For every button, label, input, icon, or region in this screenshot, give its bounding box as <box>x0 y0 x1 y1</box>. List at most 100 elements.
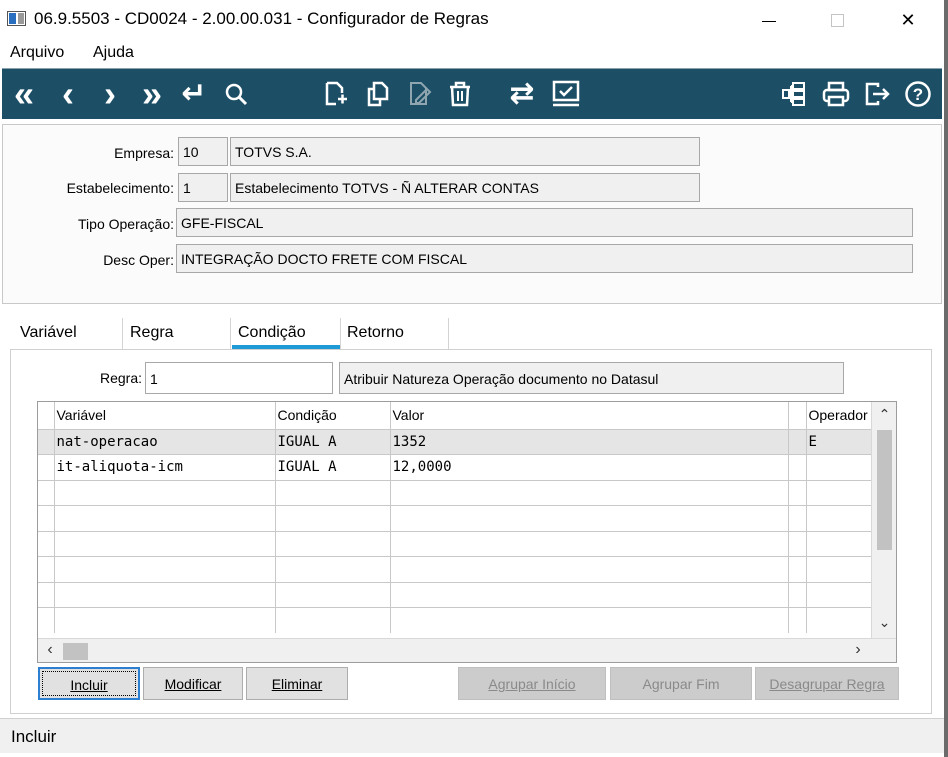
tab-retorno[interactable]: Retorno <box>347 324 404 342</box>
table-row[interactable] <box>38 607 873 633</box>
column-header-condicao[interactable]: Condição <box>275 402 391 429</box>
tab-separator <box>448 318 449 350</box>
vertical-scroll-thumb[interactable] <box>877 430 892 550</box>
cell-variavel[interactable] <box>54 530 276 557</box>
cell-condicao[interactable] <box>275 505 391 531</box>
delete-icon[interactable] <box>444 76 476 112</box>
cell-valor[interactable] <box>390 479 789 506</box>
table-row[interactable] <box>38 479 873 506</box>
cell-condicao[interactable] <box>275 530 391 557</box>
incluir-button[interactable]: Incluir <box>38 667 140 700</box>
copy-icon[interactable] <box>362 76 394 112</box>
agrupar-inicio-button[interactable]: Agrupar Início <box>458 667 606 700</box>
tab-regra[interactable]: Regra <box>130 324 174 342</box>
cell-operador[interactable] <box>806 581 873 608</box>
first-record-icon[interactable]: « <box>8 76 40 112</box>
column-header-operador[interactable]: Operador <box>806 402 873 429</box>
print-icon[interactable] <box>820 76 852 112</box>
previous-record-icon[interactable]: ‹ <box>52 76 84 112</box>
help-icon[interactable]: ? <box>902 76 934 112</box>
cell-condicao[interactable] <box>275 556 391 582</box>
close-icon: ✕ <box>900 9 916 30</box>
scroll-right-icon[interactable]: › <box>848 641 868 661</box>
empresa-code-field[interactable]: 10 <box>178 137 228 166</box>
vertical-scrollbar[interactable]: ⌃ ⌄ <box>871 402 896 638</box>
cell-operador[interactable] <box>806 530 873 557</box>
scroll-left-icon[interactable]: ‹ <box>40 641 60 661</box>
desagrupar-regra-button[interactable]: Desagrupar Regra <box>755 667 899 700</box>
menu-arquivo[interactable]: Arquivo <box>10 44 64 62</box>
column-header-valor[interactable]: Valor <box>390 402 789 429</box>
tipo-operacao-label: Tipo Operação: <box>78 216 174 232</box>
row-header-cell <box>38 581 55 608</box>
row-header-cell <box>38 402 55 429</box>
cell-spacer <box>788 581 807 608</box>
scroll-up-icon[interactable]: ⌃ <box>872 406 896 426</box>
empresa-name-field: TOTVS S.A. <box>230 137 700 166</box>
cell-operador[interactable] <box>806 505 873 531</box>
cell-spacer <box>788 505 807 531</box>
cell-valor[interactable]: 12,0000 <box>390 454 789 480</box>
cell-valor[interactable] <box>390 505 789 531</box>
table-row[interactable] <box>38 556 873 582</box>
eliminar-button[interactable]: Eliminar <box>246 667 348 700</box>
column-header-variavel[interactable]: Variável <box>54 402 276 429</box>
tree-icon[interactable] <box>778 76 810 112</box>
search-icon[interactable] <box>220 76 252 112</box>
table-row[interactable] <box>38 581 873 608</box>
horizontal-scroll-thumb[interactable] <box>63 643 88 660</box>
confirm-icon[interactable] <box>550 76 582 112</box>
regra-field[interactable]: 1 <box>145 362 333 394</box>
row-header-cell <box>38 505 55 531</box>
cell-condicao[interactable] <box>275 607 391 633</box>
edit-icon[interactable] <box>404 76 436 112</box>
next-record-icon[interactable]: › <box>94 76 126 112</box>
table-row[interactable] <box>38 530 873 557</box>
tipo-operacao-field[interactable]: GFE-FISCAL <box>176 208 913 237</box>
exchange-icon[interactable]: ⇄ <box>506 76 538 112</box>
cell-variavel[interactable] <box>54 556 276 582</box>
cell-valor[interactable]: 1352 <box>390 428 789 455</box>
cell-variavel[interactable]: it-aliquota-icm <box>54 454 276 480</box>
cell-operador[interactable] <box>806 479 873 506</box>
cell-variavel[interactable] <box>54 479 276 506</box>
table-row[interactable] <box>38 505 873 531</box>
maximize-button[interactable] <box>814 0 860 40</box>
cell-operador[interactable] <box>806 556 873 582</box>
cell-operador[interactable] <box>806 454 873 480</box>
minimize-button[interactable] <box>746 0 792 40</box>
cell-condicao[interactable]: IGUAL A <box>275 428 391 455</box>
goto-icon[interactable]: ↵ <box>178 76 210 112</box>
cell-condicao[interactable] <box>275 479 391 506</box>
horizontal-scrollbar[interactable]: ‹ › <box>38 638 896 662</box>
estabelecimento-code-field[interactable]: 1 <box>178 173 228 202</box>
cell-condicao[interactable]: IGUAL A <box>275 454 391 480</box>
close-button[interactable]: ✕ <box>885 0 931 40</box>
modificar-button[interactable]: Modificar <box>143 667 243 700</box>
cell-valor[interactable] <box>390 530 789 557</box>
tab-condicao[interactable]: Condição <box>238 324 306 342</box>
table-row[interactable]: it-aliquota-icm IGUAL A 12,0000 <box>38 454 873 480</box>
cell-valor[interactable] <box>390 607 789 633</box>
cell-valor[interactable] <box>390 581 789 608</box>
cell-variavel[interactable] <box>54 607 276 633</box>
cell-variavel[interactable] <box>54 581 276 608</box>
tab-variavel[interactable]: Variável <box>20 324 77 342</box>
cell-variavel[interactable] <box>54 505 276 531</box>
condition-grid[interactable]: Variável Condição Valor Operador nat-ope… <box>37 401 897 663</box>
scroll-down-icon[interactable]: ⌄ <box>872 614 896 634</box>
status-text: Incluir <box>11 727 57 746</box>
regra-desc-field: Atribuir Natureza Operação documento no … <box>339 362 844 394</box>
cell-variavel[interactable]: nat-operacao <box>54 428 276 455</box>
last-record-icon[interactable]: » <box>136 76 168 112</box>
cell-operador[interactable]: E <box>806 428 873 455</box>
menu-ajuda[interactable]: Ajuda <box>93 44 134 62</box>
cell-operador[interactable] <box>806 607 873 633</box>
cell-valor[interactable] <box>390 556 789 582</box>
new-icon[interactable] <box>320 76 352 112</box>
table-row[interactable]: nat-operacao IGUAL A 1352 E <box>38 428 873 455</box>
exit-icon[interactable] <box>862 76 894 112</box>
cell-condicao[interactable] <box>275 581 391 608</box>
estabelecimento-label: Estabelecimento: <box>66 180 174 196</box>
agrupar-fim-button[interactable]: Agrupar Fim <box>610 667 752 700</box>
